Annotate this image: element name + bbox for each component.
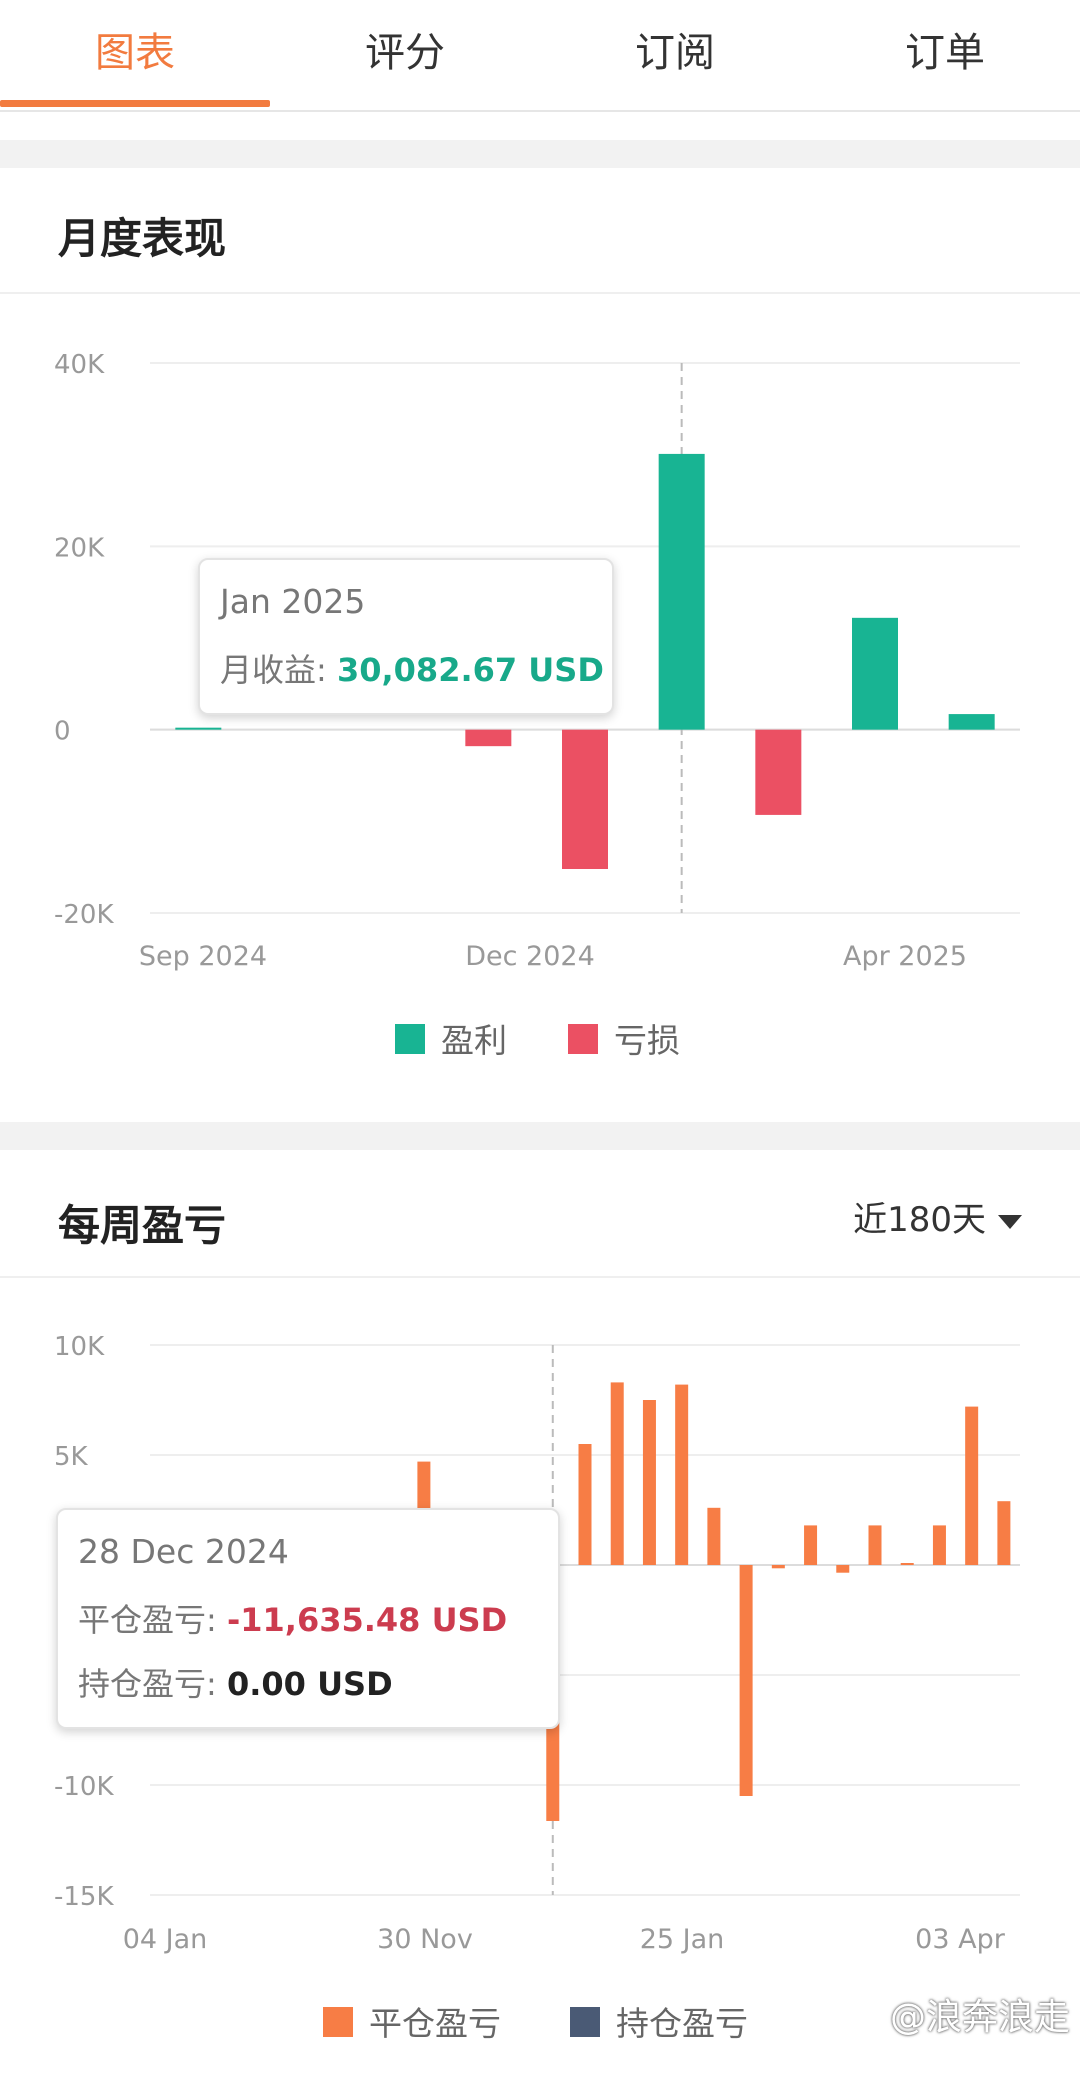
bar [900, 1563, 914, 1565]
tab-bar: 图表 评分 订阅 订单 [0, 0, 1080, 112]
bar [997, 1501, 1011, 1565]
x-tick-label: Apr 2025 [843, 941, 967, 972]
bar [755, 729, 802, 815]
tooltip-label: 持仓盈亏: [78, 1665, 217, 1703]
bar [932, 1525, 946, 1565]
watermark: @浪奔浪走 [889, 1997, 1070, 2038]
monthly-performance-title: 月度表现 [58, 214, 227, 263]
legend-swatch [395, 1024, 425, 1054]
legend-swatch [323, 2007, 353, 2037]
y-tick-label: 0 [54, 717, 71, 747]
bar [610, 1382, 624, 1565]
tab-orders[interactable]: 订单 [810, 0, 1080, 108]
tab-subscriptions[interactable]: 订阅 [540, 0, 810, 108]
legend-label: 盈利 [441, 1021, 507, 1060]
legend-label: 平仓盈亏 [369, 2004, 501, 2043]
weekly-pnl-title: 每周盈亏 [58, 1201, 227, 1250]
tab-charts[interactable]: 图表 [0, 0, 270, 108]
bar [771, 1565, 785, 1569]
x-tick-label: Dec 2024 [465, 941, 595, 972]
bar [965, 1406, 979, 1565]
x-tick-label: Sep 2024 [139, 941, 267, 972]
legend-swatch [570, 2007, 600, 2037]
chevron-down-icon [998, 1214, 1022, 1229]
x-tick-label: 03 Apr [915, 1924, 1006, 1955]
legend-label: 亏损 [614, 1021, 680, 1060]
y-tick-label: 10K [54, 1332, 105, 1362]
legend-label: 持仓盈亏 [616, 2004, 748, 2043]
bar [836, 1565, 850, 1573]
tooltip-label: 月收益: [220, 651, 327, 689]
section-divider [0, 292, 1080, 294]
bar [642, 1400, 656, 1565]
y-tick-label: -15K [54, 1882, 114, 1912]
tooltip-monthly-return: 月收益: 30,082.67 USD [220, 645, 604, 691]
tooltip-label: 平仓盈亏: [78, 1601, 217, 1639]
tooltip-value: 0.00 USD [226, 1665, 393, 1703]
bar [707, 1507, 721, 1565]
y-tick-label: 40K [54, 350, 105, 380]
bar [658, 453, 705, 730]
tooltip-closed-pnl: 平仓盈亏: -11,635.48 USD [78, 1595, 538, 1641]
bar [175, 727, 222, 730]
monthly-tooltip: Jan 2025 月收益: 30,082.67 USD [198, 558, 614, 715]
bar [804, 1525, 818, 1565]
section-divider [0, 1276, 1080, 1278]
bar [562, 729, 608, 869]
bar [948, 714, 995, 730]
range-dropdown[interactable]: 近180天 [853, 1192, 1022, 1241]
section-gap [0, 140, 1080, 168]
range-dropdown-label: 近180天 [853, 1200, 986, 1240]
bar [675, 1384, 689, 1565]
legend-swatch [568, 1024, 598, 1054]
bar [852, 617, 898, 730]
y-tick-label: -20K [54, 900, 114, 930]
y-tick-label: -10K [54, 1772, 114, 1802]
tooltip-value: -11,635.48 USD [226, 1601, 508, 1639]
x-tick-label: 25 Jan [640, 1924, 725, 1955]
y-tick-label: 5K [54, 1442, 89, 1472]
bar [868, 1525, 882, 1565]
x-tick-label: 30 Nov [377, 1924, 473, 1955]
tab-ratings[interactable]: 评分 [270, 0, 540, 108]
bar [739, 1565, 753, 1796]
y-tick-label: 20K [54, 533, 105, 563]
bar [465, 729, 512, 747]
weekly-tooltip: 28 Dec 2024 平仓盈亏: -11,635.48 USD 持仓盈亏: 0… [56, 1508, 560, 1729]
active-tab-indicator [0, 100, 270, 107]
tooltip-open-pnl: 持仓盈亏: 0.00 USD [78, 1659, 538, 1705]
bar [578, 1444, 592, 1565]
tooltip-value: 30,082.67 USD [336, 651, 604, 689]
tooltip-date: 28 Dec 2024 [78, 1532, 289, 1571]
tooltip-date: Jan 2025 [220, 582, 366, 621]
section-gap [0, 1122, 1080, 1150]
x-tick-label: 04 Jan [123, 1924, 208, 1955]
